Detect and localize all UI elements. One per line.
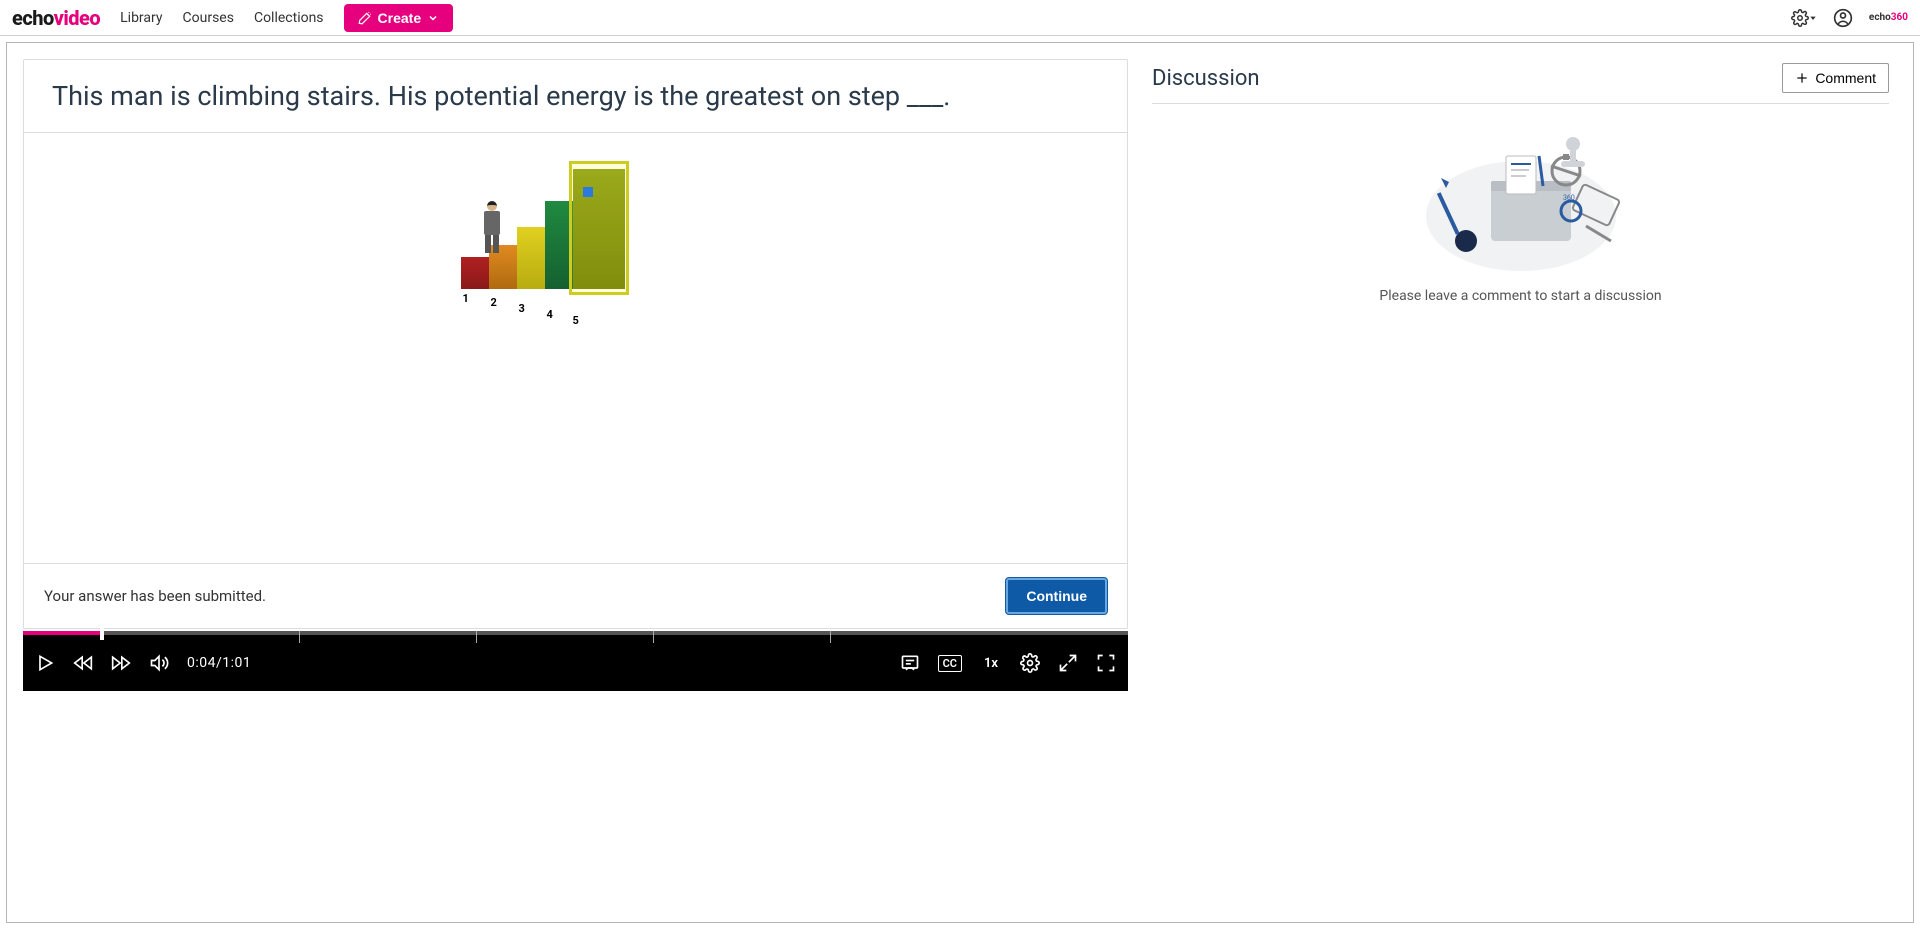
chevron-down-icon	[427, 12, 439, 24]
brand-mini-part1: echo	[1869, 12, 1891, 23]
discussion-prompt: Please leave a comment to start a discus…	[1152, 288, 1889, 304]
transcript-button[interactable]	[900, 653, 920, 673]
expand-icon	[1058, 653, 1078, 673]
create-label: Create	[378, 10, 422, 26]
step-3	[517, 227, 545, 289]
expand-button[interactable]	[1058, 653, 1078, 673]
step-1	[461, 257, 489, 289]
rewind-button[interactable]	[73, 653, 93, 673]
fullscreen-button[interactable]	[1096, 653, 1116, 673]
question-card: This man is climbing stairs. His potenti…	[23, 59, 1128, 629]
progress-handle[interactable]	[100, 628, 104, 640]
brand-part2: video	[54, 6, 101, 30]
brand-mini[interactable]: echo360	[1869, 12, 1908, 23]
account-button[interactable]	[1833, 8, 1853, 28]
nav-courses[interactable]: Courses	[183, 10, 234, 26]
transcript-icon	[900, 653, 920, 673]
step-label-5: 5	[573, 314, 579, 327]
question-body: 1 2 3 4 5	[24, 133, 1127, 563]
person-icon	[477, 201, 507, 257]
video-player-bar: 0:04/1:01 CC 1x	[23, 631, 1128, 691]
settings-dropdown-button[interactable]	[1791, 9, 1817, 27]
question-prompt: This man is climbing stairs. His potenti…	[52, 80, 1099, 112]
discussion-panel: Discussion Comment	[1152, 59, 1897, 906]
content-column: This man is climbing stairs. His potenti…	[23, 59, 1128, 906]
nav-library[interactable]: Library	[120, 10, 162, 26]
user-circle-icon	[1833, 8, 1853, 28]
discussion-empty-state: 360 Please leave a comment to start a di…	[1152, 104, 1889, 304]
volume-icon	[149, 653, 169, 673]
forward-icon	[111, 653, 131, 673]
chapter-tick	[476, 631, 477, 643]
gear-icon	[1791, 9, 1809, 27]
brand-mini-part2: 360	[1891, 12, 1908, 23]
chapter-tick	[830, 631, 831, 643]
caret-down-icon	[1809, 14, 1817, 22]
speed-button[interactable]: 1x	[980, 655, 1002, 672]
comment-label: Comment	[1815, 70, 1876, 86]
fullscreen-icon	[1096, 653, 1116, 673]
play-icon	[35, 653, 55, 673]
progress-fill	[23, 631, 100, 635]
question-footer: Your answer has been submitted. Continue	[24, 563, 1127, 628]
nav-collections[interactable]: Collections	[254, 10, 324, 26]
wand-icon	[358, 11, 372, 25]
empty-illustration: 360	[1411, 116, 1631, 276]
submission-status: Your answer has been submitted.	[44, 587, 266, 605]
volume-button[interactable]	[149, 653, 169, 673]
progress-track[interactable]	[23, 631, 1128, 635]
player-settings-button[interactable]	[1020, 653, 1040, 673]
play-button[interactable]	[35, 653, 55, 673]
player-controls: 0:04/1:01 CC 1x	[23, 635, 1128, 691]
step-label-2: 2	[491, 296, 497, 309]
step-label-4: 4	[547, 308, 553, 321]
svg-text:360: 360	[1563, 194, 1575, 202]
question-header: This man is climbing stairs. His potenti…	[24, 60, 1127, 133]
time-display: 0:04/1:01	[187, 655, 251, 671]
main-frame: This man is climbing stairs. His potenti…	[6, 42, 1914, 923]
discussion-header: Discussion Comment	[1152, 63, 1889, 104]
gear-icon	[1020, 653, 1040, 673]
chapter-tick	[653, 631, 654, 643]
stairs-illustration[interactable]: 1 2 3 4 5	[461, 153, 661, 313]
answer-marker	[583, 187, 593, 197]
brand-part1: echo	[12, 6, 54, 30]
forward-button[interactable]	[111, 653, 131, 673]
rewind-icon	[73, 653, 93, 673]
continue-button[interactable]: Continue	[1006, 578, 1107, 614]
plus-icon	[1795, 71, 1809, 85]
top-bar: echovideo Library Courses Collections Cr…	[0, 0, 1920, 36]
chapter-tick	[299, 631, 300, 643]
add-comment-button[interactable]: Comment	[1782, 63, 1889, 93]
captions-button[interactable]: CC	[938, 655, 962, 672]
brand-logo[interactable]: echovideo	[12, 6, 100, 30]
discussion-title: Discussion	[1152, 66, 1260, 91]
create-button[interactable]: Create	[344, 4, 454, 32]
step-4	[545, 201, 573, 289]
step-5	[573, 169, 625, 289]
step-label-1: 1	[463, 292, 469, 305]
step-label-3: 3	[519, 302, 525, 315]
